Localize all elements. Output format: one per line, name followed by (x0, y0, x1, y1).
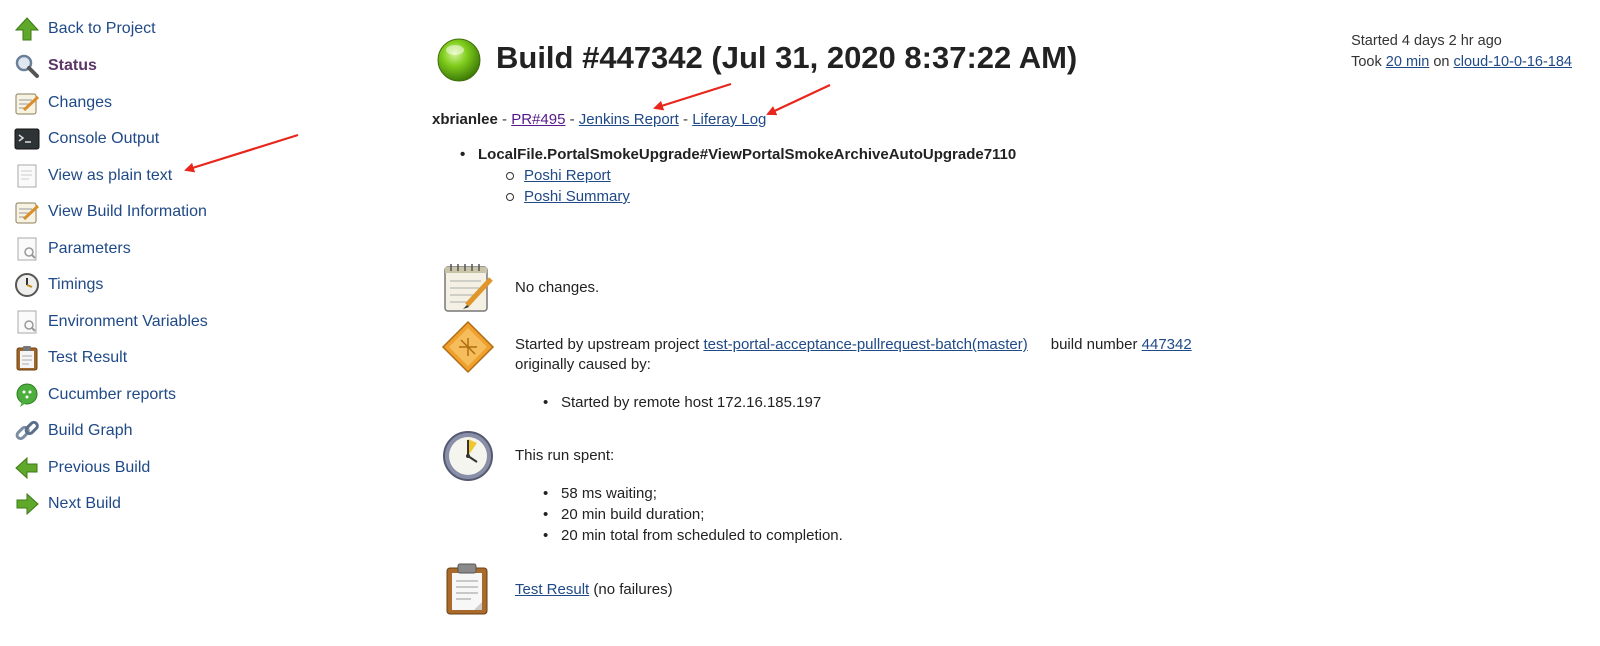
upstream-project-link[interactable]: test-portal-acceptance-pullrequest-batch… (703, 336, 1027, 353)
separator: - (497, 111, 512, 128)
poshi-summary-link[interactable]: Poshi Summary (524, 188, 630, 205)
cause-prefix: Started by upstream project (515, 336, 704, 353)
duration-link[interactable]: 20 min (1386, 54, 1430, 70)
test-name: LocalFile.PortalSmokeUpgrade#ViewPortalS… (478, 146, 1017, 163)
timing-heading: This run spent: (515, 447, 615, 464)
upstream-project-icon (441, 320, 495, 374)
upstream-build-number-link[interactable]: 447342 (1142, 336, 1192, 353)
list-item: 20 min total from scheduled to completio… (535, 525, 843, 546)
caused-by-text: originally caused by: (515, 356, 651, 373)
clock-icon (441, 429, 495, 483)
build-description: xbrianlee - PR#495 - Jenkins Report - Li… (432, 111, 766, 128)
jenkins-report-link[interactable]: Jenkins Report (579, 111, 679, 128)
list-item: Poshi Report (500, 165, 1016, 186)
cause-line: Started by upstream project test-portal-… (515, 336, 1192, 353)
main-panel: Build #447342 (Jul 31, 2020 8:37:22 AM) … (0, 0, 1600, 646)
on-word: on (1429, 54, 1454, 70)
list-item: Started by remote host 172.16.185.197 (535, 392, 821, 413)
clipboard-icon (441, 562, 495, 616)
test-links: Poshi Report Poshi Summary (500, 165, 1016, 207)
list-item: Poshi Summary (500, 186, 1016, 207)
build-caption: Started 4 days 2 hr ago Took 20 min on c… (1351, 31, 1572, 73)
node-link[interactable]: cloud-10-0-16-184 (1454, 54, 1573, 70)
test-result-link[interactable]: Test Result (515, 581, 589, 598)
list-item: 58 ms waiting; (535, 483, 843, 504)
username: xbrianlee (432, 111, 498, 128)
cause-list: Started by remote host 172.16.185.197 (535, 392, 821, 413)
notepad-icon (441, 261, 495, 315)
page-title: Build #447342 (Jul 31, 2020 8:37:22 AM) (496, 40, 1078, 75)
list-item: 20 min build duration; (535, 504, 843, 525)
build-status-ball-icon (437, 38, 481, 82)
test-result-summary: (no failures) (589, 581, 673, 598)
test-list: LocalFile.PortalSmokeUpgrade#ViewPortalS… (454, 146, 1016, 207)
took-line: Took 20 min on cloud-10-0-16-184 (1351, 52, 1572, 73)
liferay-log-link[interactable]: Liferay Log (692, 111, 766, 128)
separator: - (565, 111, 579, 128)
timing-list: 58 ms waiting; 20 min build duration; 20… (535, 483, 843, 546)
poshi-report-link[interactable]: Poshi Report (524, 167, 611, 184)
test-result-line: Test Result (no failures) (515, 581, 673, 598)
separator: - (678, 111, 693, 128)
started-text: Started 4 days 2 hr ago (1351, 33, 1502, 49)
pr-link[interactable]: PR#495 (511, 111, 565, 128)
build-number-label: build number (1050, 336, 1142, 353)
no-changes-text: No changes. (515, 279, 600, 296)
list-item: LocalFile.PortalSmokeUpgrade#ViewPortalS… (454, 146, 1016, 207)
took-prefix: Took (1351, 54, 1386, 70)
